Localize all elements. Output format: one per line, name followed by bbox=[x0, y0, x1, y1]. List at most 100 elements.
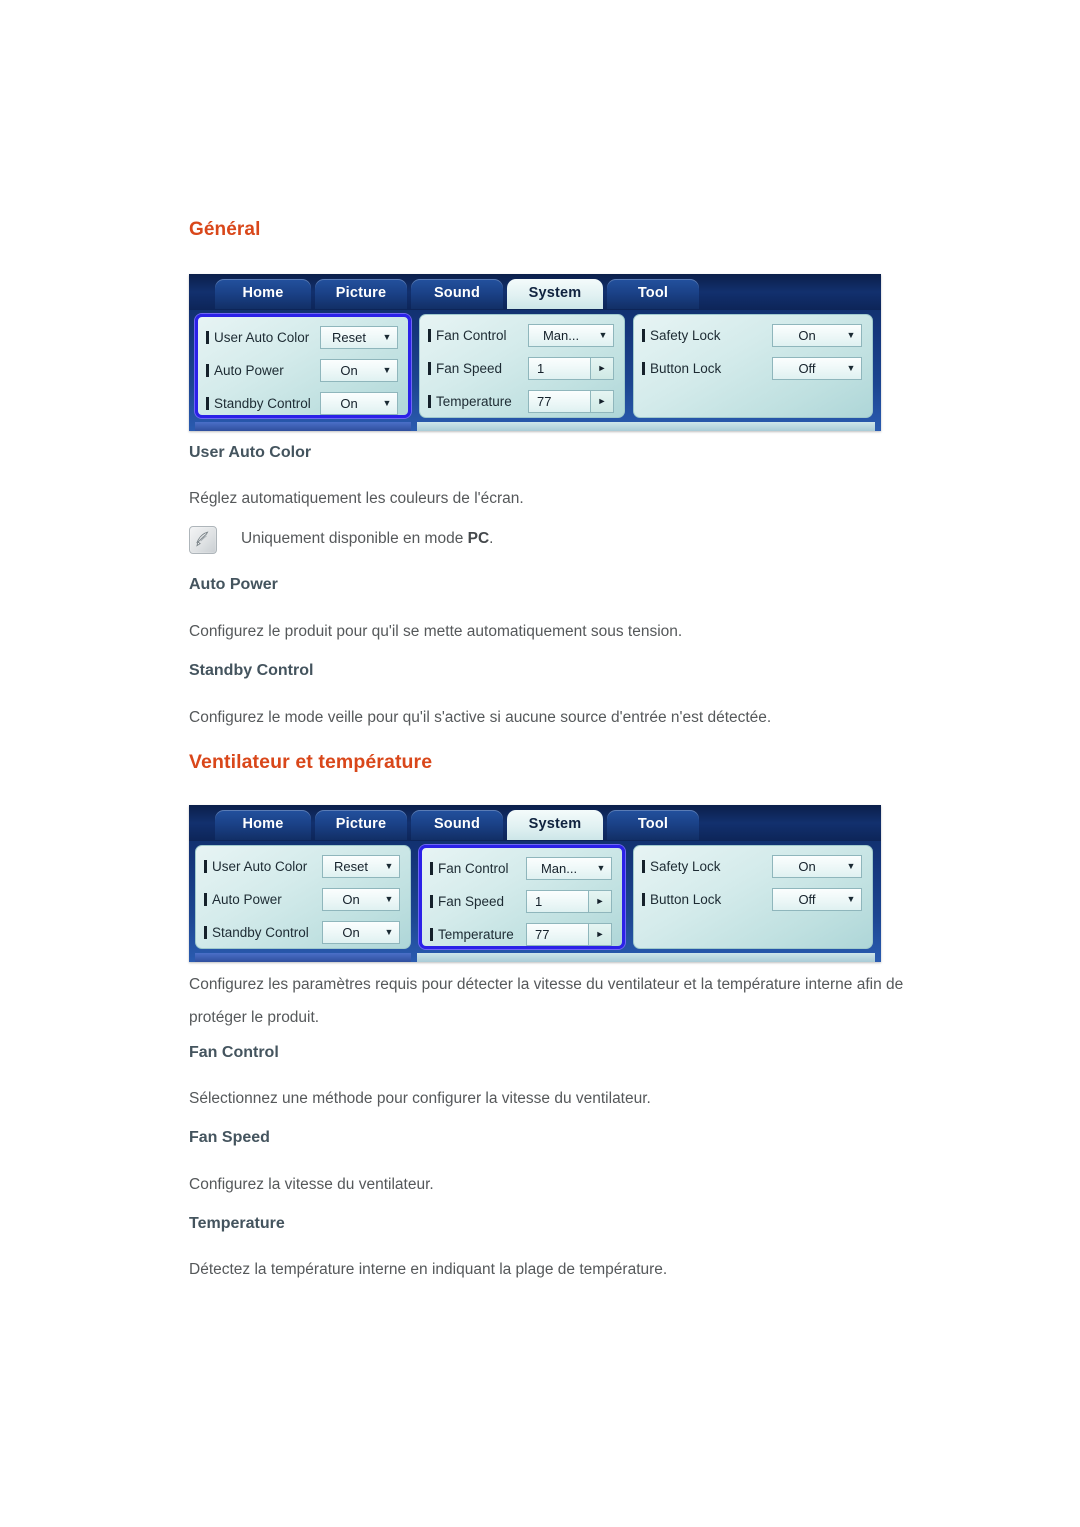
osd-label-auto-power: Auto Power bbox=[206, 363, 284, 378]
osd-dropdown-safety-lock[interactable]: On ▼ bbox=[772, 323, 862, 347]
note-text-before: Uniquement disponible en mode bbox=[241, 530, 468, 547]
osd-tab-home[interactable]: Home bbox=[215, 810, 311, 840]
subheading-fan-control: Fan Control bbox=[189, 1044, 279, 1061]
note-text-bold: PC bbox=[467, 530, 490, 547]
chevron-right-icon[interactable]: ► bbox=[588, 890, 611, 912]
osd-row-standby-control[interactable]: Standby Control On ▼ bbox=[206, 390, 400, 416]
subheading-standby-control: Standby Control bbox=[189, 662, 314, 679]
chevron-right-icon[interactable]: ► bbox=[588, 923, 611, 945]
body-auto-power: Configurez le produit pour qu'il se mett… bbox=[189, 623, 683, 640]
bullet-icon bbox=[642, 328, 645, 342]
osd-label-text: Temperature bbox=[436, 393, 512, 409]
osd-label-text: Safety Lock bbox=[650, 858, 721, 874]
osd-panel-fan[interactable]: Fan Control Man... ▼ Fan Speed 1 ► Tempe… bbox=[419, 845, 625, 949]
chevron-right-icon[interactable]: ► bbox=[590, 390, 613, 412]
osd-stepper-fan-speed[interactable]: 1 ► bbox=[528, 356, 614, 380]
bullet-icon bbox=[430, 861, 433, 875]
osd-dropdown-fan-control[interactable]: Man... ▼ bbox=[526, 856, 612, 880]
osd-label-fan-control: Fan Control bbox=[428, 328, 507, 343]
osd-value: Reset bbox=[334, 858, 368, 874]
bullet-icon bbox=[430, 927, 433, 941]
osd-value: On bbox=[798, 858, 816, 874]
osd-tab-picture[interactable]: Picture bbox=[315, 810, 407, 840]
osd-dropdown-standby-control[interactable]: On ▼ bbox=[322, 920, 400, 944]
osd-tab-tool[interactable]: Tool bbox=[607, 279, 699, 309]
osd-label-text: Button Lock bbox=[650, 891, 722, 907]
subheading-user-auto-color: User Auto Color bbox=[189, 444, 312, 461]
osd-row-user-auto-color[interactable]: User Auto Color Reset ▼ bbox=[204, 853, 402, 879]
osd-dropdown-user-auto-color[interactable]: Reset ▼ bbox=[320, 325, 398, 349]
osd-row-user-auto-color[interactable]: User Auto Color Reset ▼ bbox=[206, 324, 400, 350]
osd-label-text: User Auto Color bbox=[214, 329, 310, 345]
osd-dropdown-safety-lock[interactable]: On ▼ bbox=[772, 854, 862, 878]
osd-row-auto-power[interactable]: Auto Power On ▼ bbox=[204, 886, 402, 912]
osd-label-standby-control: Standby Control bbox=[204, 925, 309, 940]
osd-label-auto-power: Auto Power bbox=[204, 892, 282, 907]
osd-row-safety-lock[interactable]: Safety Lock On ▼ bbox=[642, 322, 864, 348]
osd-row-auto-power[interactable]: Auto Power On ▼ bbox=[206, 357, 400, 383]
osd-panel-general[interactable]: User Auto Color Reset ▼ Auto Power On ▼ bbox=[195, 845, 411, 949]
osd-label-text: Fan Speed bbox=[436, 360, 503, 376]
osd-row-fan-control[interactable]: Fan Control Man... ▼ bbox=[430, 855, 614, 881]
osd-panel-general[interactable]: User Auto Color Reset ▼ Auto Power On ▼ bbox=[195, 314, 411, 418]
osd-row-fan-control[interactable]: Fan Control Man... ▼ bbox=[428, 322, 616, 348]
bullet-icon bbox=[642, 892, 645, 906]
osd-dropdown-user-auto-color[interactable]: Reset ▼ bbox=[322, 854, 400, 878]
osd-panel-fan[interactable]: Fan Control Man... ▼ Fan Speed 1 ► Tempe… bbox=[419, 314, 625, 418]
osd-tab-picture[interactable]: Picture bbox=[315, 279, 407, 309]
osd-tab-sound[interactable]: Sound bbox=[411, 810, 503, 840]
chevron-down-icon: ▼ bbox=[384, 860, 394, 871]
section-heading-general: Général bbox=[189, 219, 261, 240]
osd-label-button-lock: Button Lock bbox=[642, 892, 721, 907]
chevron-down-icon: ▼ bbox=[384, 893, 394, 904]
bullet-icon bbox=[206, 396, 209, 410]
osd-tab-bar: Home Picture Sound System Tool bbox=[189, 274, 881, 310]
body-user-auto-color: Réglez automatiquement les couleurs de l… bbox=[189, 490, 524, 507]
osd-tab-system[interactable]: System bbox=[507, 810, 603, 840]
osd-label-text: Temperature bbox=[438, 926, 514, 942]
osd-panel-group: User Auto Color Reset ▼ Auto Power On ▼ bbox=[189, 841, 881, 953]
osd-row-fan-speed[interactable]: Fan Speed 1 ► bbox=[430, 888, 614, 914]
osd-dropdown-standby-control[interactable]: On ▼ bbox=[320, 391, 398, 415]
osd-row-button-lock[interactable]: Button Lock Off ▼ bbox=[642, 886, 864, 912]
chevron-down-icon: ▼ bbox=[596, 862, 606, 873]
osd-row-temperature[interactable]: Temperature 77 ► bbox=[428, 388, 616, 414]
body-fan-control: Sélectionnez une méthode pour configurer… bbox=[189, 1090, 651, 1107]
osd-row-fan-speed[interactable]: Fan Speed 1 ► bbox=[428, 355, 616, 381]
osd-dropdown-auto-power[interactable]: On ▼ bbox=[322, 887, 400, 911]
osd-value: On bbox=[798, 327, 816, 343]
osd-dropdown-button-lock[interactable]: Off ▼ bbox=[772, 887, 862, 911]
osd-dropdown-button-lock[interactable]: Off ▼ bbox=[772, 356, 862, 380]
osd-row-standby-control[interactable]: Standby Control On ▼ bbox=[204, 919, 402, 945]
osd-value: Man... bbox=[542, 327, 580, 343]
osd-footer-segment-right bbox=[417, 422, 875, 431]
osd-dropdown-fan-control[interactable]: Man... ▼ bbox=[528, 323, 614, 347]
osd-stepper-temperature[interactable]: 77 ► bbox=[526, 922, 612, 946]
body-fan-speed: Configurez la vitesse du ventilateur. bbox=[189, 1176, 434, 1193]
osd-tab-tool[interactable]: Tool bbox=[607, 810, 699, 840]
osd-label-fan-speed: Fan Speed bbox=[428, 361, 502, 376]
chevron-down-icon: ▼ bbox=[382, 364, 392, 375]
osd-row-button-lock[interactable]: Button Lock Off ▼ bbox=[642, 355, 864, 381]
chevron-down-icon: ▼ bbox=[846, 329, 856, 340]
osd-label-text: Auto Power bbox=[214, 362, 284, 378]
note-text-after: . bbox=[489, 530, 494, 547]
osd-tab-home[interactable]: Home bbox=[215, 279, 311, 309]
osd-stepper-temperature[interactable]: 77 ► bbox=[528, 389, 614, 413]
osd-tab-sound[interactable]: Sound bbox=[411, 279, 503, 309]
osd-label-temperature: Temperature bbox=[428, 394, 512, 409]
osd-row-temperature[interactable]: Temperature 77 ► bbox=[430, 921, 614, 947]
osd-value: Off bbox=[798, 891, 816, 907]
osd-row-safety-lock[interactable]: Safety Lock On ▼ bbox=[642, 853, 864, 879]
osd-value: 1 bbox=[537, 360, 545, 376]
osd-tab-system[interactable]: System bbox=[507, 279, 603, 309]
osd-panel-group: User Auto Color Reset ▼ Auto Power On ▼ bbox=[189, 310, 881, 422]
osd-panel-lock[interactable]: Safety Lock On ▼ Button Lock Off ▼ bbox=[633, 314, 873, 418]
chevron-right-icon[interactable]: ► bbox=[590, 357, 613, 379]
note-pc-mode: Uniquement disponible en mode PC. bbox=[189, 526, 493, 554]
osd-panel-lock[interactable]: Safety Lock On ▼ Button Lock Off ▼ bbox=[633, 845, 873, 949]
osd-footer-segment-right bbox=[417, 953, 875, 962]
osd-stepper-fan-speed[interactable]: 1 ► bbox=[526, 889, 612, 913]
section-heading-fan: Ventilateur et température bbox=[189, 751, 433, 773]
osd-dropdown-auto-power[interactable]: On ▼ bbox=[320, 358, 398, 382]
